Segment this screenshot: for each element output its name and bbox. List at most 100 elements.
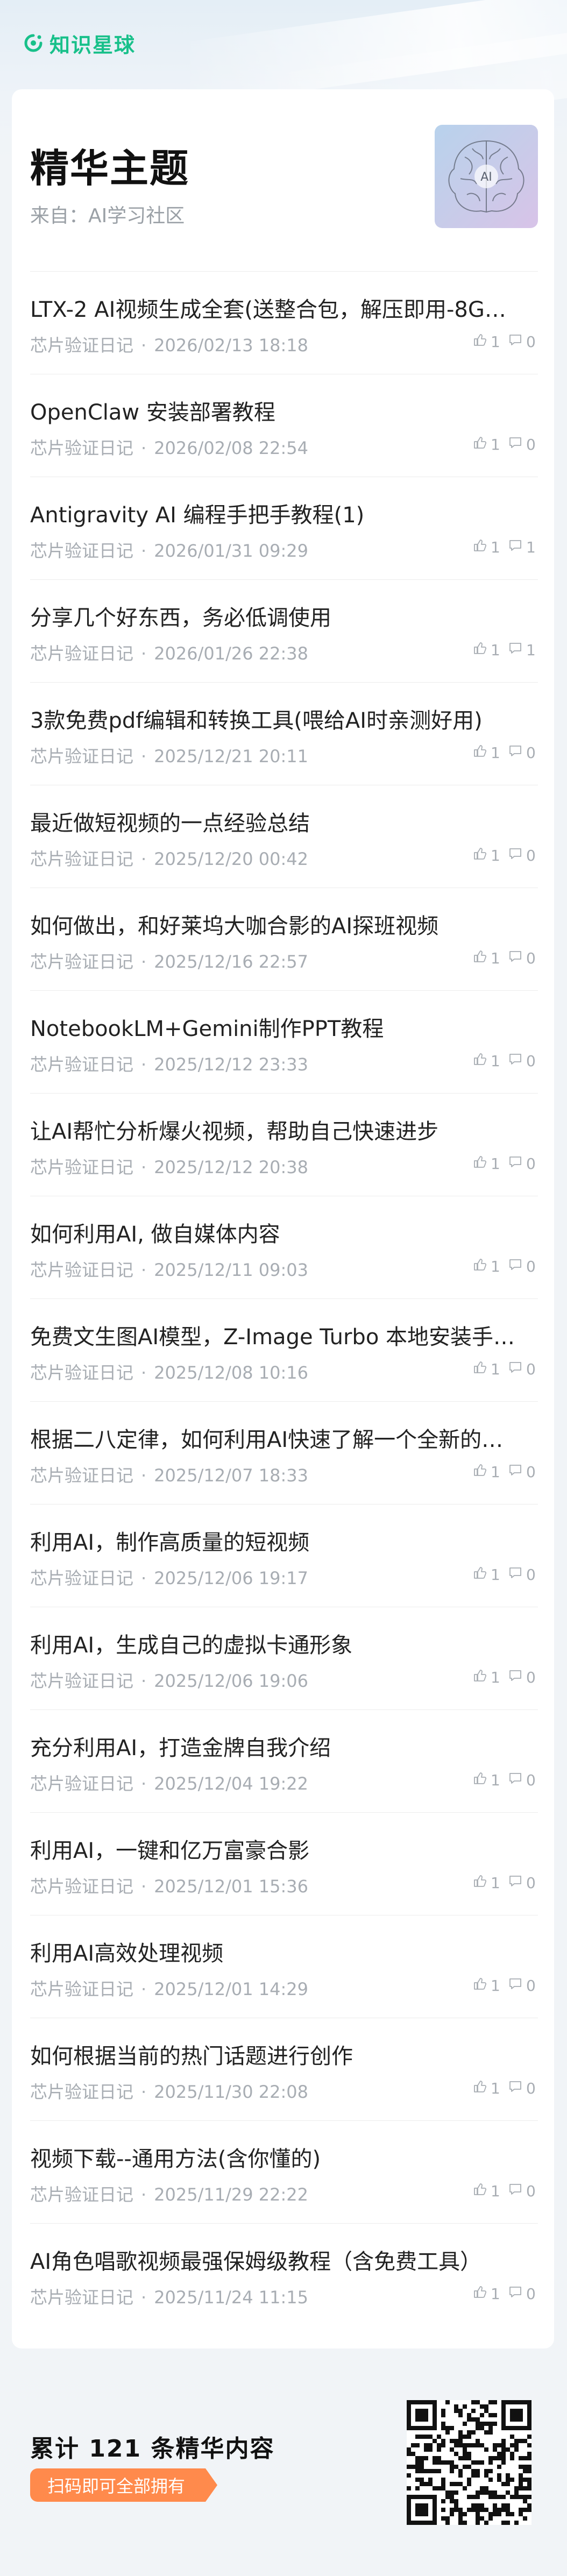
topic-item[interactable]: 如何根据当前的热门话题进行创作 芯片验证日记 · 2025/11/30 22:08 1 0	[30, 2018, 538, 2120]
comment-stat[interactable]: 0	[508, 949, 538, 968]
topic-title[interactable]: AI角色唱歌视频最强保姆级教程（含免费工具）	[30, 2244, 538, 2275]
topic-title[interactable]: LTX-2 AI视频生成全套(送整合包，解压即用-8G…	[30, 292, 538, 323]
like-stat[interactable]: 1	[472, 1976, 502, 1995]
topic-date: 2026/01/26 22:38	[154, 643, 309, 664]
comment-stat[interactable]: 0	[508, 1052, 538, 1070]
topic-title[interactable]: 利用AI，生成自己的虚拟卡通形象	[30, 1628, 538, 1659]
topic-title[interactable]: 免费文生图AI模型，Z-Image Turbo 本地安装手…	[30, 1319, 538, 1351]
scan-cta-button[interactable]: 扫码即可全部拥有	[30, 2468, 218, 2502]
topic-author: 芯片验证日记	[30, 541, 134, 561]
topic-title[interactable]: 如何根据当前的热门话题进行创作	[30, 2039, 538, 2070]
like-stat[interactable]: 1	[472, 641, 502, 659]
topic-title[interactable]: 3款免费pdf编辑和转换工具(喂给AI时亲测好用)	[30, 703, 538, 734]
topic-author: 芯片验证日记	[30, 2082, 134, 2102]
comment-count: 0	[526, 1360, 536, 1378]
topic-title[interactable]: 最近做短视频的一点经验总结	[30, 806, 538, 837]
featured-topics-card: 精华主题 来自：AI学习社区 AI LTX-2 AI视频生成全套(送整合包，解压…	[12, 89, 554, 2348]
comment-stat[interactable]: 0	[508, 1976, 538, 1995]
comment-stat[interactable]: 0	[508, 1565, 538, 1584]
topic-item[interactable]: AI角色唱歌视频最强保姆级教程（含免费工具） 芯片验证日记 · 2025/11/24 …	[30, 2223, 538, 2326]
topic-item[interactable]: 免费文生图AI模型，Z-Image Turbo 本地安装手… 芯片验证日记 · 202…	[30, 1298, 538, 1401]
topic-item[interactable]: 视频下载--通用方法(含你懂的) 芯片验证日记 · 2025/11/29 22:22 1…	[30, 2120, 538, 2223]
topic-item[interactable]: 充分利用AI，打造金牌自我介绍 芯片验证日记 · 2025/12/04 19:22 1 0	[30, 1709, 538, 1812]
topic-item[interactable]: NotebookLM+Gemini制作PPT教程 芯片验证日记 · 2025/12/1…	[30, 990, 538, 1093]
topic-title[interactable]: 充分利用AI，打造金牌自我介绍	[30, 1730, 538, 1762]
comment-stat[interactable]: 1	[508, 641, 538, 659]
topic-list: LTX-2 AI视频生成全套(送整合包，解压即用-8G… 芯片验证日记 · 2026/…	[30, 271, 538, 2326]
comment-stat[interactable]: 0	[508, 2284, 538, 2303]
comment-stat[interactable]: 0	[508, 1771, 538, 1790]
topic-item[interactable]: Antigravity AI 编程手把手教程(1) 芯片验证日记 · 2026/01/…	[30, 477, 538, 579]
topic-item[interactable]: OpenClaw 安装部署教程 芯片验证日记 · 2026/02/08 22:54 1 0	[30, 374, 538, 477]
like-stat[interactable]: 1	[472, 2284, 502, 2303]
topic-title[interactable]: 如何做出，和好莱坞大咖合影的AI探班视频	[30, 909, 538, 940]
topic-date: 2025/11/24 11:15	[154, 2287, 309, 2308]
like-stat[interactable]: 1	[472, 538, 502, 557]
topic-title[interactable]: 利用AI高效处理视频	[30, 1936, 538, 1967]
like-stat[interactable]: 1	[472, 1257, 502, 1276]
topic-item[interactable]: 根据二八定律，如何利用AI快速了解一个全新的… 芯片验证日记 · 2025/12/07…	[30, 1401, 538, 1504]
comment-stat[interactable]: 1	[508, 538, 538, 557]
comment-icon	[508, 743, 523, 762]
like-stat[interactable]: 1	[472, 846, 502, 865]
comment-stat[interactable]: 0	[508, 743, 538, 762]
comment-stat[interactable]: 0	[508, 1668, 538, 1687]
topic-item[interactable]: 利用AI，生成自己的虚拟卡通形象 芯片验证日记 · 2025/12/06 19:06 1…	[30, 1607, 538, 1709]
topic-item[interactable]: 利用AI，制作高质量的短视频 芯片验证日记 · 2025/12/06 19:17 1 0	[30, 1504, 538, 1607]
topic-author: 芯片验证日记	[30, 746, 134, 767]
like-stat[interactable]: 1	[472, 1052, 502, 1070]
thumbs-up-icon	[472, 641, 487, 659]
topic-item[interactable]: 利用AI，一键和亿万富豪合影 芯片验证日记 · 2025/12/01 15:36 1 0	[30, 1812, 538, 1915]
topic-title[interactable]: OpenClaw 安装部署教程	[30, 395, 538, 426]
topic-title[interactable]: 分享几个好东西，务必低调使用	[30, 600, 538, 631]
comment-stat[interactable]: 0	[508, 1874, 538, 1892]
comment-stat[interactable]: 0	[508, 1257, 538, 1276]
like-stat[interactable]: 1	[472, 1771, 502, 1790]
topic-item[interactable]: LTX-2 AI视频生成全套(送整合包，解压即用-8G… 芯片验证日记 · 2026/…	[30, 271, 538, 374]
like-stat[interactable]: 1	[472, 1668, 502, 1687]
like-stat[interactable]: 1	[472, 435, 502, 454]
topic-item[interactable]: 3款免费pdf编辑和转换工具(喂给AI时亲测好用) 芯片验证日记 · 2025/12/…	[30, 682, 538, 785]
topic-item[interactable]: 利用AI高效处理视频芯片验证日记 · 2025/12/01 14:29 1 0	[30, 1915, 538, 2018]
topic-title[interactable]: Antigravity AI 编程手把手教程(1)	[30, 498, 538, 529]
topic-title[interactable]: 根据二八定律，如何利用AI快速了解一个全新的…	[30, 1422, 538, 1453]
like-stat[interactable]: 1	[472, 2079, 502, 2098]
topic-title[interactable]: NotebookLM+Gemini制作PPT教程	[30, 1011, 538, 1042]
topic-item[interactable]: 分享几个好东西，务必低调使用 芯片验证日记 · 2026/01/26 22:38 1 1	[30, 579, 538, 682]
topic-title[interactable]: 让AI帮忙分析爆火视频，帮助自己快速进步	[30, 1114, 538, 1145]
topic-item[interactable]: 如何利用AI, 做自媒体内容 芯片验证日记 · 2025/12/11 09:03 1 0	[30, 1196, 538, 1298]
like-stat[interactable]: 1	[472, 949, 502, 968]
topic-meta: 芯片验证日记 · 2025/12/01 14:29	[30, 1976, 308, 2000]
like-stat[interactable]: 1	[472, 2182, 502, 2201]
topic-title[interactable]: 利用AI，制作高质量的短视频	[30, 1525, 538, 1556]
topic-title[interactable]: 利用AI，一键和亿万富豪合影	[30, 1833, 538, 1864]
topic-item[interactable]: 如何做出，和好莱坞大咖合影的AI探班视频 芯片验证日记 · 2025/12/16 22…	[30, 888, 538, 990]
comment-stat[interactable]: 0	[508, 435, 538, 454]
comment-count: 0	[526, 332, 536, 351]
topic-author: 芯片验证日记	[30, 1362, 134, 1383]
topic-item[interactable]: 让AI帮忙分析爆火视频，帮助自己快速进步 芯片验证日记 · 2025/12/12 20…	[30, 1093, 538, 1196]
comment-stat[interactable]: 0	[508, 2079, 538, 2098]
topic-meta: 芯片验证日记 · 2025/12/20 00:42	[30, 846, 308, 870]
comment-stat[interactable]: 0	[508, 2182, 538, 2201]
comment-stat[interactable]: 0	[508, 332, 538, 351]
like-stat[interactable]: 1	[472, 1565, 502, 1584]
like-stat[interactable]: 1	[472, 743, 502, 762]
comment-stat[interactable]: 0	[508, 846, 538, 865]
comment-stat[interactable]: 0	[508, 1463, 538, 1481]
like-stat[interactable]: 1	[472, 332, 502, 351]
topic-stats: 10	[472, 331, 538, 352]
topic-title[interactable]: 如何利用AI, 做自媒体内容	[30, 1217, 538, 1248]
comment-stat[interactable]: 0	[508, 1360, 538, 1379]
topic-title[interactable]: 视频下载--通用方法(含你懂的)	[30, 2141, 538, 2173]
thumbs-up-icon	[472, 538, 487, 557]
comment-stat[interactable]: 0	[508, 1154, 538, 1173]
meta-separator: ·	[141, 746, 147, 767]
brand[interactable]: 知识星球	[24, 28, 136, 58]
topic-item[interactable]: 最近做短视频的一点经验总结芯片验证日记 · 2025/12/20 00:42 1 0	[30, 785, 538, 888]
like-stat[interactable]: 1	[472, 1360, 502, 1379]
like-stat[interactable]: 1	[472, 1463, 502, 1481]
qr-code-image[interactable]	[407, 2400, 531, 2525]
like-stat[interactable]: 1	[472, 1874, 502, 1892]
like-stat[interactable]: 1	[472, 1154, 502, 1173]
